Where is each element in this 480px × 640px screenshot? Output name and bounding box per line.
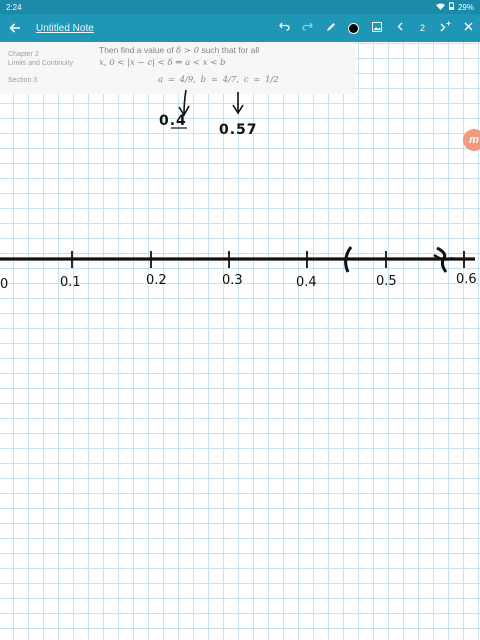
note-title[interactable]: Untitled Note <box>36 23 94 34</box>
image-icon <box>371 21 382 35</box>
redo-button[interactable] <box>296 14 319 42</box>
page-number: 2 <box>419 23 425 33</box>
tick-label-0.6: 0.6 <box>456 272 477 287</box>
image-button[interactable] <box>365 14 388 42</box>
close-icon <box>464 22 473 34</box>
tick-label-0.2: 0.2 <box>146 273 167 288</box>
redo-icon <box>302 22 313 34</box>
b-decimal-annotation: 0.57 <box>219 122 258 138</box>
number-line-labels: 0 0.1 0.2 0.3 0.4 0.5 0.6 <box>0 272 477 292</box>
back-button[interactable] <box>0 14 30 42</box>
color-button[interactable] <box>342 14 365 42</box>
handwriting-layer: 0.4 0.57 0 0.1 0.2 0.3 0.4 0.5 0.6 <box>0 89 477 292</box>
chevron-left-icon <box>397 22 403 34</box>
next-page-button[interactable] <box>434 14 457 42</box>
wifi-icon <box>435 3 445 12</box>
app-bar: Untitled Note 2 <box>0 14 480 42</box>
toolbar: 2 <box>273 14 480 42</box>
previous-page-button[interactable] <box>388 14 411 42</box>
tick-label-0.4: 0.4 <box>296 275 317 290</box>
fab-glyph: m <box>469 134 479 146</box>
arrow-b-icon <box>232 92 244 115</box>
undo-icon <box>279 22 290 34</box>
battery-icon <box>448 2 454 12</box>
black-color-swatch-icon <box>348 22 359 34</box>
tutor-fab-button[interactable]: m <box>463 129 480 151</box>
tick-label-0: 0 <box>0 277 8 292</box>
arrow-a-icon <box>178 89 190 117</box>
close-button[interactable] <box>457 14 480 42</box>
undo-button[interactable] <box>273 14 296 42</box>
tick-label-0.5: 0.5 <box>376 274 397 289</box>
pen-icon <box>326 22 336 35</box>
a-decimal-annotation: 0.4 <box>159 113 187 129</box>
tick-label-0.3: 0.3 <box>222 273 243 288</box>
status-right: 29% <box>435 2 474 12</box>
battery-percent: 29% <box>457 2 474 12</box>
pen-button[interactable] <box>319 14 342 42</box>
status-time: 2:24 <box>6 2 22 12</box>
next-page-add-icon <box>440 21 451 35</box>
status-bar: 2:24 29% <box>0 0 480 14</box>
arrow-left-icon <box>9 20 21 36</box>
tick-label-0.1: 0.1 <box>60 275 81 290</box>
page-indicator: 2 <box>411 14 434 42</box>
